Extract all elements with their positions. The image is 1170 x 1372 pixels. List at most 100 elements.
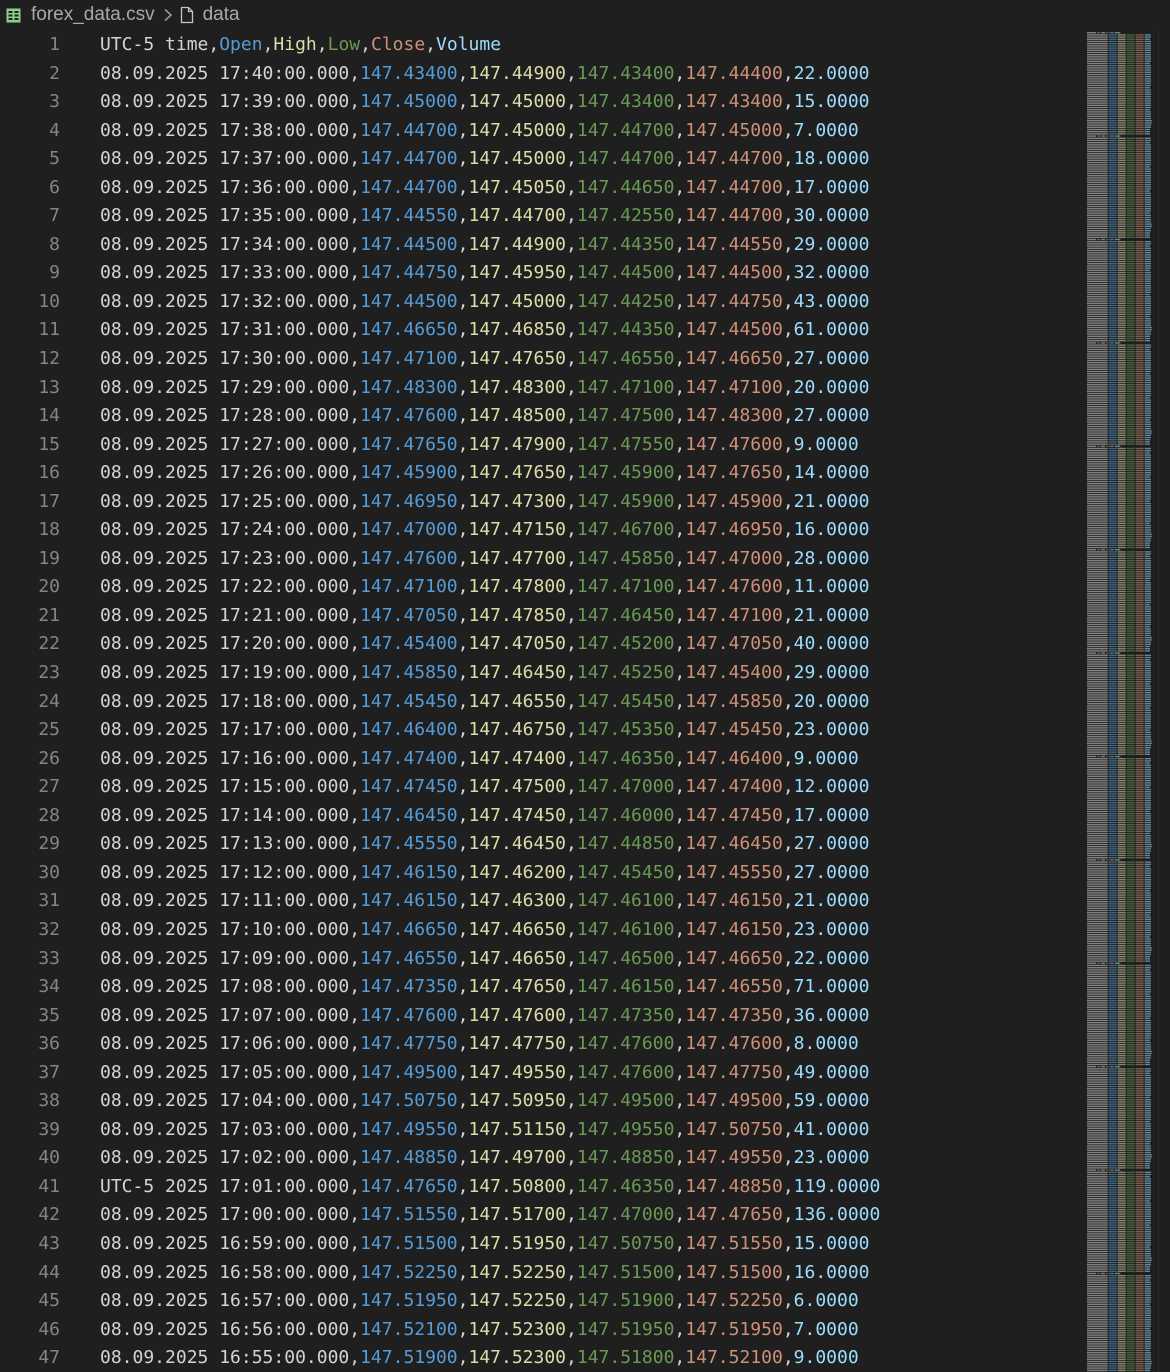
data-line[interactable]: 25 08.09.2025 17:17:00.000,147.46400,147.… <box>0 716 1085 745</box>
data-line[interactable]: 3 08.09.2025 17:39:00.000,147.45000,147.4… <box>0 88 1085 117</box>
minimap-token <box>1144 931 1151 934</box>
data-line[interactable]: 16 08.09.2025 17:26:00.000,147.45900,147.… <box>0 459 1085 488</box>
data-line[interactable]: 21 08.09.2025 17:21:00.000,147.47050,147.… <box>0 602 1085 631</box>
minimap-token <box>1108 73 1117 76</box>
data-line[interactable]: 30 08.09.2025 17:12:00.000,147.46150,147.… <box>0 859 1085 888</box>
minimap-token <box>1144 115 1151 117</box>
data-line[interactable]: 22 08.09.2025 17:20:00.000,147.45400,147.… <box>0 630 1085 659</box>
minimap-token <box>1087 802 1108 804</box>
data-line[interactable]: 42 08.09.2025 17:00:00.000,147.51550,147.… <box>0 1201 1085 1230</box>
editor[interactable]: 1 UTC-5 time,Open,High,Low,Close,Volume 2 0… <box>0 31 1085 1372</box>
data-line[interactable]: 24 08.09.2025 17:18:00.000,147.45450,147.… <box>0 688 1085 717</box>
data-line[interactable]: 18 08.09.2025 17:24:00.000,147.47000,147.… <box>0 516 1085 545</box>
minimap-token <box>1135 1202 1144 1204</box>
minimap-token <box>1126 868 1135 870</box>
minimap-token <box>1087 311 1108 313</box>
data-line[interactable]: 38 08.09.2025 17:04:00.000,147.50750,147.… <box>0 1087 1085 1116</box>
minimap-token <box>1144 1055 1151 1057</box>
data-line[interactable]: 2 08.09.2025 17:40:00.000,147.43400,147.4… <box>0 60 1085 89</box>
data-line[interactable]: 45 08.09.2025 16:57:00.000,147.51950,147.… <box>0 1287 1085 1316</box>
minimap-token <box>1108 1055 1117 1057</box>
data-line[interactable]: 29 08.09.2025 17:13:00.000,147.45550,147.… <box>0 830 1085 859</box>
minimap-token <box>1144 920 1151 923</box>
minimap-token <box>1144 199 1151 201</box>
minimap-token <box>1144 69 1151 71</box>
data-line[interactable]: 20 08.09.2025 17:22:00.000,147.47100,147.… <box>0 573 1085 602</box>
data-line[interactable]: 11 08.09.2025 17:31:00.000,147.46650,147.… <box>0 316 1085 345</box>
line-content: 08.09.2025 17:15:00.000,147.47450,147.47… <box>100 773 870 802</box>
minimap-token <box>1117 329 1126 331</box>
data-line[interactable]: 28 08.09.2025 17:14:00.000,147.46450,147.… <box>0 802 1085 831</box>
data-line[interactable]: 7 08.09.2025 17:35:00.000,147.44550,147.4… <box>0 202 1085 231</box>
csv-comma: , <box>782 433 794 455</box>
data-line[interactable]: 47 08.09.2025 16:55:00.000,147.51900,147.… <box>0 1344 1085 1372</box>
minimap-token <box>1126 901 1135 903</box>
data-line[interactable]: 13 08.09.2025 17:29:00.000,147.48300,147.… <box>0 374 1085 403</box>
minimap-token <box>1135 137 1144 139</box>
minimap-token <box>1117 67 1126 69</box>
minimap-token <box>1126 1184 1135 1187</box>
minimap-token <box>1126 403 1135 406</box>
csv-comma: , <box>566 205 577 227</box>
data-line[interactable]: 39 08.09.2025 17:03:00.000,147.49550,147.… <box>0 1116 1085 1145</box>
breadcrumb-file-name[interactable]: forex_data.csv <box>31 4 155 26</box>
data-line[interactable]: 32 08.09.2025 17:10:00.000,147.46650,147.… <box>0 916 1085 945</box>
breadcrumb-symbol[interactable]: data <box>203 4 240 26</box>
minimap-token <box>1135 1338 1144 1341</box>
minimap[interactable] <box>1085 31 1158 1372</box>
minimap-token <box>1126 203 1135 205</box>
minimap-token <box>1108 170 1117 172</box>
data-line[interactable]: 9 08.09.2025 17:33:00.000,147.44750,147.4… <box>0 259 1085 288</box>
minimap-token <box>1108 289 1117 291</box>
data-line[interactable]: 5 08.09.2025 17:37:00.000,147.44700,147.4… <box>0 145 1085 174</box>
data-line[interactable]: 27 08.09.2025 17:15:00.000,147.47450,147.… <box>0 773 1085 802</box>
minimap-token <box>1144 912 1151 914</box>
minimap-token <box>1108 1198 1117 1200</box>
minimap-token <box>1108 1195 1117 1198</box>
data-line[interactable]: 43 08.09.2025 16:59:00.000,147.51500,147.… <box>0 1230 1085 1259</box>
data-line[interactable]: 26 08.09.2025 17:16:00.000,147.47400,147.… <box>0 745 1085 774</box>
data-line[interactable]: 15 08.09.2025 17:27:00.000,147.47650,147.… <box>0 431 1085 460</box>
minimap-token <box>1126 828 1135 830</box>
data-line[interactable]: 19 08.09.2025 17:23:00.000,147.47600,147.… <box>0 545 1085 574</box>
data-line[interactable]: 31 08.09.2025 17:11:00.000,147.46150,147.… <box>0 887 1085 916</box>
vertical-scrollbar[interactable] <box>1158 31 1170 1372</box>
minimap-token <box>1126 507 1135 509</box>
line-number: 6 <box>49 176 60 198</box>
data-line[interactable]: 33 08.09.2025 17:09:00.000,147.46550,147.… <box>0 945 1085 974</box>
minimap-token <box>1135 1266 1144 1268</box>
data-line[interactable]: 14 08.09.2025 17:28:00.000,147.47600,147.… <box>0 402 1085 431</box>
minimap-token <box>1087 469 1108 472</box>
data-line[interactable]: 46 08.09.2025 16:56:00.000,147.52100,147.… <box>0 1316 1085 1345</box>
minimap-token <box>1117 870 1126 872</box>
minimap-token <box>1144 1365 1151 1367</box>
minimap-token <box>1144 1165 1150 1167</box>
minimap-token <box>1117 234 1126 236</box>
data-line[interactable]: 8 08.09.2025 17:34:00.000,147.44500,147.4… <box>0 231 1085 260</box>
minimap-token <box>1108 533 1117 535</box>
data-line[interactable]: 40 08.09.2025 17:02:00.000,147.48850,147.… <box>0 1144 1085 1173</box>
minimap-token <box>1126 1055 1135 1057</box>
data-line[interactable]: 6 08.09.2025 17:36:00.000,147.44700,147.4… <box>0 174 1085 203</box>
minimap-token <box>1117 1327 1126 1330</box>
minimap-token <box>1117 199 1126 201</box>
minimap-token <box>1144 307 1151 309</box>
minimap-token <box>1135 797 1144 799</box>
data-line[interactable]: 12 08.09.2025 17:30:00.000,147.47100,147.… <box>0 345 1085 374</box>
minimap-token <box>1135 1268 1144 1270</box>
data-line[interactable]: 35 08.09.2025 17:07:00.000,147.47600,147.… <box>0 1002 1085 1031</box>
minimap-token <box>1135 903 1144 905</box>
data-line[interactable]: 44 08.09.2025 16:58:00.000,147.52250,147.… <box>0 1259 1085 1288</box>
data-line[interactable]: 41 UTC-5 2025 17:01:00.000,147.47650,147.… <box>0 1173 1085 1202</box>
data-line[interactable]: 17 08.09.2025 17:25:00.000,147.46950,147.… <box>0 488 1085 517</box>
data-line[interactable]: 34 08.09.2025 17:08:00.000,147.47350,147.… <box>0 973 1085 1002</box>
header-line[interactable]: 1 UTC-5 time,Open,High,Low,Close,Volume <box>0 31 1085 60</box>
data-line[interactable]: 4 08.09.2025 17:38:00.000,147.44700,147.4… <box>0 117 1085 146</box>
data-line[interactable]: 37 08.09.2025 17:05:00.000,147.49500,147.… <box>0 1059 1085 1088</box>
minimap-token <box>1135 146 1144 148</box>
minimap-token <box>1135 1158 1144 1160</box>
data-line[interactable]: 10 08.09.2025 17:32:00.000,147.44500,147.… <box>0 288 1085 317</box>
minimap-token <box>1126 1154 1135 1156</box>
data-line[interactable]: 23 08.09.2025 17:19:00.000,147.45850,147.… <box>0 659 1085 688</box>
data-line[interactable]: 36 08.09.2025 17:06:00.000,147.47750,147.… <box>0 1030 1085 1059</box>
